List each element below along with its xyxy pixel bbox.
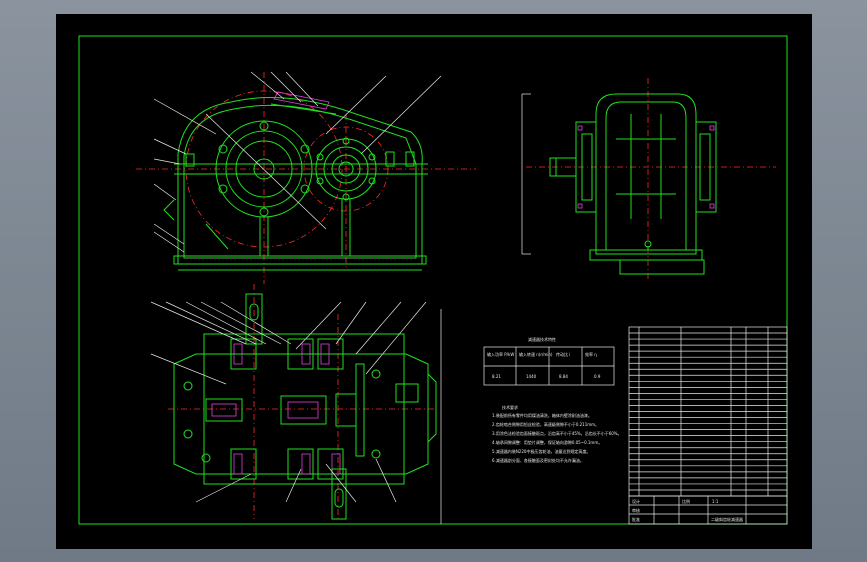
drawing-sheet: 减速器技术特性 输入功率 P/kW 输入转速 n(r/min) 传动比 i 效率… <box>56 14 812 549</box>
parts-list <box>628 326 788 497</box>
param-header-1: 输入转速 n(r/min) <box>519 351 553 357</box>
top-view <box>150 284 442 524</box>
tech-req-title: 技术要求 <box>502 404 518 410</box>
param-table: 减速器技术特性 输入功率 P/kW 输入转速 n(r/min) 传动比 i 效率… <box>483 336 615 386</box>
tech-req-line-3: 4.轴承间隙调整：用垫片调整，保证轴向游隙0.05~0.1mm。 <box>492 439 602 445</box>
title-block: 设计 审核 批准 比例 1:1 二级斜齿轮减速器 <box>628 495 788 525</box>
front-view <box>136 71 476 284</box>
title-label-check: 审核 <box>632 507 640 513</box>
title-scale-value: 1:1 <box>712 499 719 504</box>
tech-req-line-5: 6.减速器剖分面、各接触面及密封处均不允许漏油。 <box>492 457 584 463</box>
tech-req-line-4: 5.减速器内装N220中极压齿轮油，油量达到规定高度。 <box>492 448 590 454</box>
gear-reducer-drawing: 减速器技术特性 输入功率 P/kW 输入转速 n(r/min) 传动比 i 效率… <box>78 35 788 525</box>
tech-req-line-1: 2.齿轮啮合侧隙用铅丝检验，高速级侧隙不小于0.211mm。 <box>492 421 599 427</box>
title-label-scale: 比例 <box>682 498 690 504</box>
param-value-1: 1440 <box>526 374 537 379</box>
param-table-title: 减速器技术特性 <box>528 336 556 342</box>
param-header-0: 输入功率 P/kW <box>487 351 514 357</box>
param-value-2: 8.84 <box>559 374 568 379</box>
title-label-approve: 批准 <box>632 516 640 522</box>
tech-requirements: 技术要求 1.装配前所有零件均用煤油清洗，箱体内壁涂耐油油漆。 2.齿轮啮合侧隙… <box>492 404 622 463</box>
tech-req-line-2: 3.用涂色法检验齿面接触斑点，沿齿高不小于45%，沿齿长不小于60%。 <box>492 430 622 436</box>
title-label-design: 设计 <box>632 498 640 504</box>
side-view <box>521 78 776 279</box>
param-header-2: 传动比 i <box>556 351 570 357</box>
param-value-3: 0.9 <box>594 374 601 379</box>
param-value-0: 8.21 <box>492 374 501 379</box>
cad-viewport[interactable]: 减速器技术特性 输入功率 P/kW 输入转速 n(r/min) 传动比 i 效率… <box>0 0 867 562</box>
param-header-3: 效率 η <box>585 351 597 357</box>
tech-req-line-0: 1.装配前所有零件均用煤油清洗，箱体内壁涂耐油油漆。 <box>492 412 592 418</box>
title-drawing-name: 二级斜齿轮减速器 <box>711 516 743 522</box>
